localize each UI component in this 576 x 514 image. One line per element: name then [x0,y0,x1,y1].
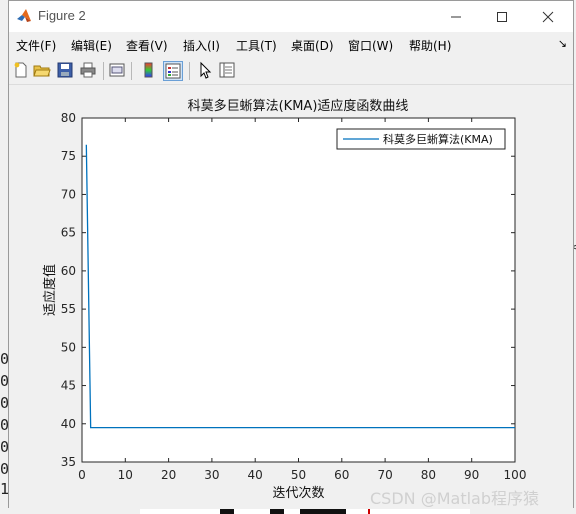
x-tick-label: 60 [334,468,349,482]
x-tick-label: 0 [78,468,86,482]
toolbar [9,58,573,85]
x-tick-label: 100 [504,468,527,482]
menu-window[interactable]: 窗口(W) [348,37,393,54]
minimize-button[interactable] [433,1,479,32]
y-tick-label: 75 [61,149,76,163]
chart[interactable]: 科莫多巨蜥算法(KMA)适应度函数曲线 0 10 20 30 40 50 60 70 80 90 1… [9,85,573,509]
x-tick-label: 30 [204,468,219,482]
x-tick-label: 40 [248,468,263,482]
y-tick-label: 65 [61,226,76,240]
print-icon [80,62,96,78]
y-tick-label: 45 [61,379,76,393]
property-inspector-button[interactable] [218,61,238,81]
link-plot-icon [109,63,125,77]
figure-window: Figure 2 文件(F) 编辑(E) 查看(V) 插入(I) 工具(T) 桌… [8,0,574,509]
x-tick-label: 90 [464,468,479,482]
y-tick-label: 80 [61,111,76,125]
figure-canvas: 科莫多巨蜥算法(KMA)适应度函数曲线 0 10 20 30 40 50 60 70 80 90 1… [9,85,573,509]
y-tick-label: 35 [61,455,76,469]
chart-title: 科莫多巨蜥算法(KMA)适应度函数曲线 [188,98,409,114]
watermark: CSDN @Matlab程序猿 [370,489,539,508]
y-axis-label: 适应度值 [42,264,58,316]
background-panel [0,0,8,514]
y-tick-label: 50 [61,340,76,354]
toolbar-separator [189,62,190,80]
x-axis-label: 迭代次数 [272,485,324,501]
open-file-button[interactable] [33,61,53,81]
close-button[interactable] [525,1,571,32]
menu-help[interactable]: 帮助(H) [409,37,451,54]
y-tick-label: 70 [61,187,76,201]
toolbar-separator [103,62,104,80]
menu-edit[interactable]: 编辑(E) [71,37,112,54]
insert-colorbar-button[interactable] [140,61,160,81]
x-tick-label: 20 [161,468,176,482]
maximize-button[interactable] [479,1,525,32]
dock-arrow-icon[interactable]: ↘ [558,37,567,50]
new-figure-icon [14,62,27,78]
pointer-icon [200,61,212,79]
minimize-icon [451,16,461,17]
x-tick-label: 10 [118,468,133,482]
pointer-button[interactable] [196,61,216,81]
insert-legend-icon [165,63,181,79]
new-figure-button[interactable] [12,61,32,81]
y-tick-label: 60 [61,264,76,278]
menu-bar: 文件(F) 编辑(E) 查看(V) 插入(I) 工具(T) 桌面(D) 窗口(W… [9,32,573,56]
link-plot-button[interactable] [108,61,128,81]
window-title: Figure 2 [38,8,86,23]
open-file-icon [33,65,51,77]
close-icon [542,11,554,22]
save-icon [57,62,73,78]
insert-colorbar-icon [144,62,153,78]
x-tick-label: 80 [421,468,436,482]
x-tick-label: 50 [291,468,306,482]
toolbar-separator [131,62,132,80]
save-button[interactable] [56,61,76,81]
menu-view[interactable]: 查看(V) [126,37,168,54]
x-tick-label: 70 [377,468,392,482]
menu-insert[interactable]: 插入(I) [183,37,220,54]
property-inspector-icon [219,62,235,78]
print-button[interactable] [79,61,99,81]
y-tick-label: 55 [61,302,76,316]
menu-tools[interactable]: 工具(T) [236,37,277,54]
plot-area [81,117,516,463]
legend[interactable]: 科莫多巨蜥算法(KMA) [336,128,506,150]
menu-desktop[interactable]: 桌面(D) [291,37,334,54]
y-tick-label: 40 [61,417,76,431]
legend-label: 科莫多巨蜥算法(KMA) [383,132,493,146]
title-bar: Figure 2 [9,1,573,32]
menu-file[interactable]: 文件(F) [16,37,56,54]
maximize-icon [497,11,507,22]
insert-legend-button[interactable] [163,61,183,81]
matlab-logo-icon [17,9,31,22]
